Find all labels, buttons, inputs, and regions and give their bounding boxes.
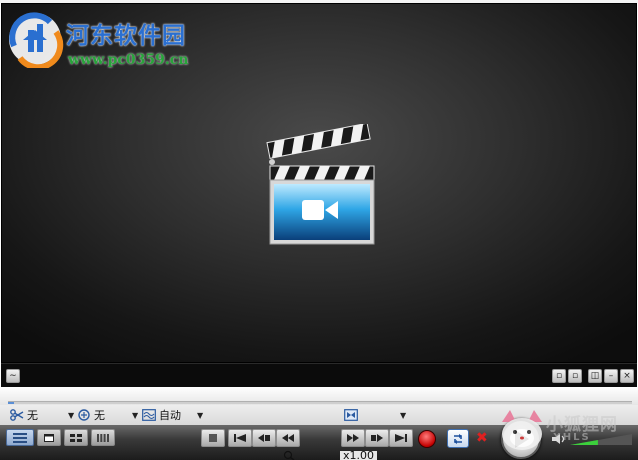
record-button[interactable]: [418, 430, 436, 448]
subtitle-value: 无: [27, 409, 38, 422]
balance-icon: [344, 409, 358, 421]
stop-button[interactable]: [201, 429, 225, 447]
grid-icon: [70, 433, 82, 442]
wave-icon[interactable]: ∼: [6, 369, 20, 383]
progress-area: [0, 387, 638, 405]
snapshot-icon[interactable]: ▫: [552, 369, 566, 383]
skip-previous-icon: [234, 434, 246, 442]
subtitle-dropdown[interactable]: 无 ▼: [10, 407, 76, 423]
stop-icon: [209, 434, 217, 442]
step-back-icon: [258, 434, 270, 442]
aspect-dropdown[interactable]: 无 ▼: [77, 407, 143, 423]
video-mini-toolbar: ∼ ▫ ▫ ◫ – ×: [1, 363, 637, 387]
playlist-view-button[interactable]: [6, 429, 34, 446]
audio-value: 自动: [159, 409, 181, 422]
next-button[interactable]: [389, 429, 413, 447]
fast-forward-button[interactable]: [341, 429, 365, 447]
seek-bar-fill: [8, 402, 15, 404]
watermark-url: www.pc0359.cn: [68, 52, 189, 68]
view-mode-group: [6, 429, 115, 446]
audio-mode-dropdown[interactable]: ▼: [344, 407, 410, 423]
minimize-icon[interactable]: –: [604, 369, 618, 383]
columns-icon: [97, 433, 109, 442]
step-back-button[interactable]: [252, 429, 276, 447]
previous-button[interactable]: [228, 429, 252, 447]
fit-window-icon[interactable]: ▫: [568, 369, 582, 383]
close-file-icon[interactable]: ✖: [476, 430, 488, 446]
video-display-area[interactable]: 河东软件园 www.pc0359.cn: [1, 3, 637, 363]
mascot-watermark-sub: XHLS: [553, 432, 591, 443]
grid-view-button[interactable]: [64, 429, 88, 446]
zoom-icon: [283, 450, 295, 460]
scissors-icon: [10, 409, 24, 421]
site-logo-icon: [9, 12, 64, 68]
control-bar: ✖ x1.00: [0, 419, 638, 460]
chevron-down-icon: ▼: [68, 410, 75, 420]
chevron-down-icon: ▼: [197, 410, 204, 420]
play-button[interactable]: [501, 419, 541, 459]
restore-icon[interactable]: ◫: [588, 369, 602, 383]
step-forward-icon: [371, 434, 383, 442]
detail-view-button[interactable]: [91, 429, 115, 446]
list-icon: [13, 432, 27, 443]
loop-button[interactable]: [447, 429, 469, 448]
chevron-down-icon: ▼: [132, 410, 139, 420]
seek-bar[interactable]: [8, 401, 632, 404]
single-view-button[interactable]: [37, 429, 61, 446]
site-watermark: 河东软件园 www.pc0359.cn: [6, 10, 236, 72]
window-icon: [44, 433, 54, 442]
audio-channel-icon: [142, 409, 156, 421]
skip-next-icon: [395, 434, 407, 442]
close-icon[interactable]: ×: [620, 369, 634, 383]
options-row: 无 ▼ 无 ▼ 自动 ▼ ▼: [0, 405, 638, 425]
aspect-ratio-icon: [78, 409, 90, 421]
playback-speed: x1.00: [340, 451, 378, 460]
clapperboard-video-icon: [266, 124, 375, 245]
chevron-down-icon: ▼: [400, 410, 407, 420]
rewind-icon: [282, 434, 294, 442]
fast-forward-icon: [347, 434, 359, 442]
watermark-title: 河东软件园: [66, 22, 186, 49]
loop-icon: [454, 433, 462, 444]
rewind-button[interactable]: [276, 429, 300, 447]
play-icon: [515, 430, 529, 448]
audio-dropdown[interactable]: 自动 ▼: [142, 407, 208, 423]
aspect-value: 无: [94, 409, 105, 422]
step-forward-button[interactable]: [365, 429, 389, 447]
